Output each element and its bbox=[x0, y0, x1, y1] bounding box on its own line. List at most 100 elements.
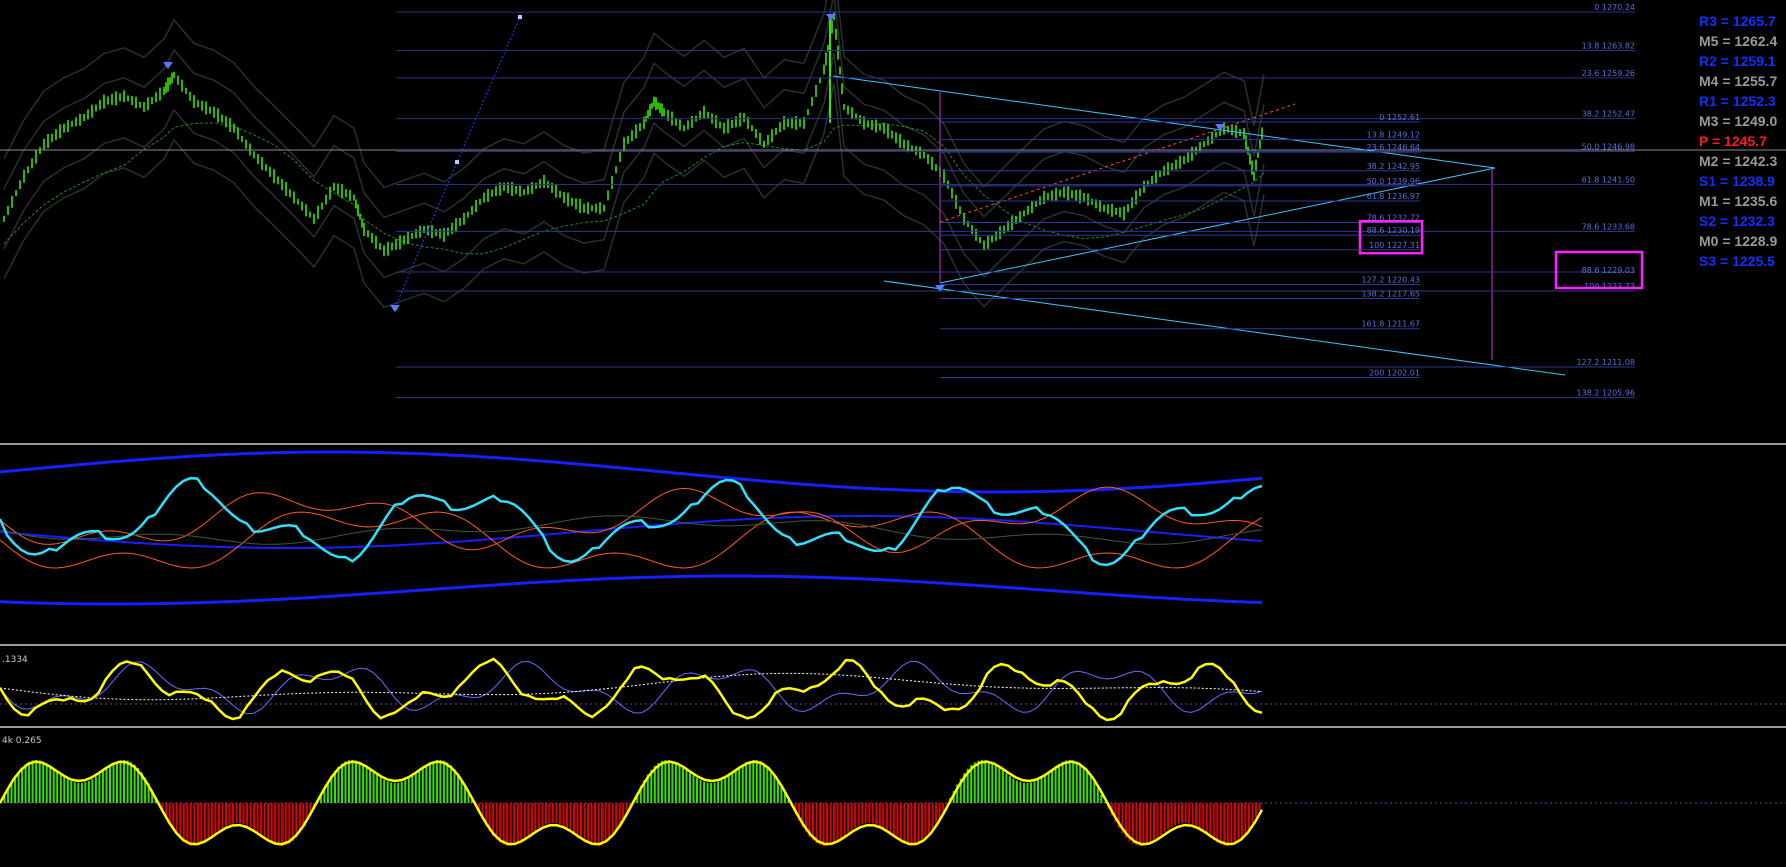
ind3-histogram-bar bbox=[538, 803, 540, 828]
ind3-histogram-bar bbox=[664, 760, 666, 803]
ind3-histogram-bar bbox=[130, 762, 132, 803]
ind3-histogram-bar bbox=[1157, 803, 1159, 838]
ind3-histogram-bar bbox=[28, 762, 30, 803]
ind3-histogram-bar bbox=[506, 803, 508, 846]
ind3-histogram-bar bbox=[1216, 803, 1218, 843]
chart-canvas[interactable]: 0 1270.2413.8 1263.8223.6 1259.2638.2 12… bbox=[0, 0, 1786, 863]
ind3-histogram-bar bbox=[1146, 803, 1148, 845]
ind3-histogram-bar bbox=[563, 803, 565, 826]
ind3-histogram-bar bbox=[1086, 771, 1088, 803]
ind3-histogram-bar bbox=[278, 803, 280, 846]
ind3-histogram-bar bbox=[88, 781, 90, 803]
fib-right-label: 38.2 1242.95 bbox=[1367, 162, 1420, 171]
ind3-histogram-bar bbox=[527, 803, 529, 837]
ind3-histogram-bar bbox=[555, 803, 557, 823]
ind3-histogram-bar bbox=[823, 803, 825, 846]
ind3-histogram-bar bbox=[668, 760, 670, 803]
ind3-histogram-bar bbox=[362, 764, 364, 803]
ind3-histogram-bar bbox=[907, 803, 909, 845]
pivot-label-s2: S2 = 1232.3 bbox=[1699, 213, 1775, 229]
fib-right-label: 100 1227.31 bbox=[1369, 241, 1420, 250]
fib-left-label: 78.6 1233.68 bbox=[1582, 222, 1635, 231]
ind3-histogram-bar bbox=[214, 803, 216, 834]
moving-average-line bbox=[4, 123, 1264, 254]
ind3-histogram-bar bbox=[1100, 795, 1102, 803]
ind3-histogram-bar bbox=[882, 803, 884, 829]
ind3-histogram-bar bbox=[53, 769, 55, 804]
ind3-histogram-bar bbox=[749, 761, 751, 803]
ind3-histogram-bar bbox=[401, 782, 403, 803]
ind3-histogram-bar bbox=[366, 766, 368, 803]
pivot-label-s1: S1 = 1238.9 bbox=[1699, 173, 1775, 189]
ind3-histogram-bar bbox=[250, 803, 252, 827]
ind3-histogram-bar bbox=[840, 803, 842, 839]
ind3-histogram-bar bbox=[914, 803, 916, 846]
ind3-histogram-bar bbox=[510, 803, 512, 846]
ind3-histogram-bar bbox=[271, 803, 273, 843]
ind3-histogram-bar bbox=[1223, 803, 1225, 846]
ind3-histogram-bar bbox=[1220, 803, 1222, 844]
ind3-histogram-bar bbox=[991, 763, 993, 803]
ind3-histogram-bar bbox=[1139, 803, 1141, 846]
ind3-histogram-bar bbox=[1174, 803, 1176, 825]
fib-left-label: 138.2 1205.96 bbox=[1576, 389, 1635, 398]
ind3-histogram-bar bbox=[872, 803, 874, 824]
ind3-histogram-bar bbox=[1027, 783, 1029, 803]
ind3-histogram-bar bbox=[439, 760, 441, 803]
ind3-histogram-bar bbox=[816, 803, 818, 843]
ind3-histogram-bar bbox=[657, 763, 659, 803]
ind3-histogram-bar bbox=[443, 761, 445, 803]
trading-chart[interactable]: 0 1270.2413.8 1263.8223.6 1259.2638.2 12… bbox=[0, 0, 1786, 863]
ind3-histogram-bar bbox=[369, 769, 371, 803]
ind3-histogram-bar bbox=[517, 803, 519, 844]
ind3-histogram-bar bbox=[204, 803, 206, 842]
ind3-histogram-bar bbox=[1062, 762, 1064, 803]
ind3-histogram-bar bbox=[222, 803, 224, 829]
ind3-histogram-bar bbox=[102, 771, 104, 803]
pivot-label-m4: M4 = 1255.7 bbox=[1699, 73, 1777, 89]
ind3-histogram-bar bbox=[274, 803, 276, 845]
ind3-histogram-bar bbox=[679, 765, 681, 804]
ind3-histogram-bar bbox=[1195, 803, 1197, 827]
ind3-histogram-bar bbox=[232, 803, 234, 824]
ind3-histogram-bar bbox=[1005, 773, 1007, 803]
ind3-histogram-bar bbox=[675, 762, 677, 803]
ind3-histogram-bar bbox=[1048, 772, 1050, 803]
ind3-histogram-bar bbox=[728, 775, 730, 803]
ind3-histogram-bar bbox=[826, 803, 828, 846]
ind3-histogram-bar bbox=[383, 780, 385, 803]
ind3-histogram-bar bbox=[81, 783, 83, 803]
ind3-histogram-bar bbox=[429, 763, 431, 803]
ind3-histogram-bar bbox=[615, 803, 617, 832]
ind3-histogram-bar bbox=[91, 779, 93, 803]
ind3-histogram-bar bbox=[710, 783, 712, 803]
ind3-histogram-bar bbox=[1164, 803, 1166, 832]
fib-right-label: 161.8 1211.67 bbox=[1361, 320, 1420, 329]
ind3-histogram-bar bbox=[580, 803, 582, 839]
ind3-histogram-bar bbox=[35, 760, 37, 803]
pivot-label-p: P = 1245.7 bbox=[1699, 133, 1767, 149]
ind3-histogram-bar bbox=[925, 803, 927, 839]
ind3-histogram-bar bbox=[359, 762, 361, 803]
arrow-marker bbox=[390, 305, 400, 312]
ind3-histogram-bar bbox=[376, 775, 378, 803]
ind3-histogram-bar bbox=[900, 803, 902, 842]
ind3-histogram-bar bbox=[601, 803, 603, 845]
ind3-histogram-bar bbox=[109, 766, 111, 804]
ind3-histogram-bar bbox=[847, 803, 849, 833]
ind3-histogram-bar bbox=[1076, 762, 1078, 803]
ind3-histogram-bar bbox=[267, 803, 269, 841]
ind3-histogram-bar bbox=[742, 764, 744, 803]
ind3-histogram-bar bbox=[1044, 775, 1046, 803]
ind3-histogram-bar bbox=[450, 765, 452, 803]
ind3-histogram-bar bbox=[63, 777, 65, 803]
ind3-histogram-bar bbox=[1227, 803, 1229, 846]
ind3-histogram-bar bbox=[591, 803, 593, 845]
ind3-histogram-bar bbox=[1058, 764, 1060, 803]
ind3-histogram-bar bbox=[1259, 803, 1261, 810]
ind3-histogram-bar bbox=[1072, 760, 1074, 803]
ind3-histogram-bar bbox=[1002, 771, 1004, 804]
ind3-histogram-bar bbox=[594, 803, 596, 846]
ind3-histogram-bar bbox=[1065, 761, 1067, 804]
ind3-histogram-bar bbox=[404, 780, 406, 803]
